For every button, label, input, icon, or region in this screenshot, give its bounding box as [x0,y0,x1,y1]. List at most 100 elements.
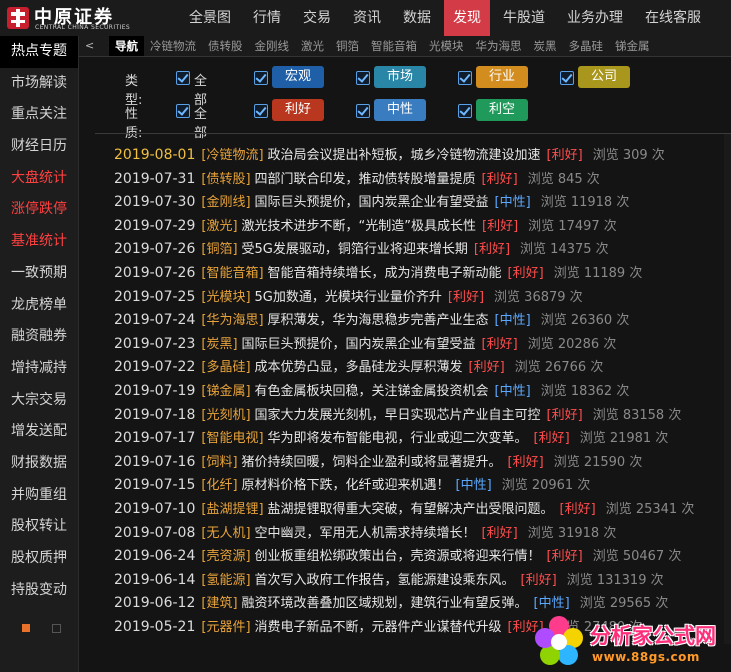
news-title[interactable]: 厚积薄发，华为海思稳步完善产业生态 [268,313,489,328]
top-nav-item[interactable]: 全景图 [180,0,240,36]
sidebar-item[interactable]: 增持减持 [0,353,78,385]
news-category[interactable]: [光刻机] [201,408,250,423]
filter-option-pill[interactable]: 利空 [476,99,528,121]
filter-option-checkbox[interactable] [254,71,268,85]
news-row[interactable]: 2019-07-15 [化纤] 原材料价格下跌，化纤或迎来机遇！ [中性] 浏览 209… [114,474,590,498]
sidebar-item[interactable]: 并购重组 [0,480,78,512]
news-row[interactable]: 2019-06-14 [氢能源] 首次写入政府工作报告，氢能源建设乘东风。 [利好] 浏… [114,569,664,593]
news-category[interactable]: [激光] [201,219,237,234]
topic-tab[interactable]: 锑金属 [609,36,656,56]
news-category[interactable]: [智能音箱] [201,266,263,281]
sidebar-item[interactable]: 龙虎榜单 [0,290,78,322]
news-category[interactable]: [壳资源] [201,549,250,564]
news-row[interactable]: 2019-07-10 [盐湖提锂] 盐湖提锂取得重大突破，有望解决产出受限问题。 [利… [114,498,694,522]
news-category[interactable]: [锑金属] [201,384,250,399]
topic-tab[interactable]: 华为海思 [470,36,528,56]
type-all-checkbox[interactable] [176,71,190,85]
sidebar-item[interactable]: 热点专题 [0,36,78,68]
topic-tab[interactable]: 导航 [109,36,144,56]
news-category[interactable]: [氢能源] [201,573,250,588]
news-row[interactable]: 2019-07-18 [光刻机] 国家大力发展光刻机，早日实现芯片产业自主可控 [利好… [114,404,681,428]
news-row[interactable]: 2019-07-17 [智能电视] 华为即将发布智能电视，行业或迎二次变革。 [利好]… [114,427,668,451]
filter-option-checkbox[interactable] [560,71,574,85]
nature-all-checkbox[interactable] [176,104,190,118]
filter-option-pill[interactable]: 利好 [272,99,324,121]
news-category[interactable]: [无人机] [201,526,250,541]
news-row[interactable]: 2019-07-29 [激光] 激光技术进步不断，“光制造”极具成长性 [利好] 浏览 … [114,215,617,239]
filter-option-pill[interactable]: 市场 [374,66,426,88]
news-row[interactable]: 2019-07-30 [金刚线] 国际巨头预提价，国内炭黑企业有望受益 [中性] 浏览 … [114,191,629,215]
news-category[interactable]: [化纤] [201,478,237,493]
sidebar-item[interactable]: 财经日历 [0,131,78,163]
news-title[interactable]: 国家大力发展光刻机，早日实现芯片产业自主可控 [255,408,541,423]
filter-option-pill[interactable]: 行业 [476,66,528,88]
filter-option-pill[interactable]: 公司 [578,66,630,88]
top-nav-item[interactable]: 在线客服 [636,0,710,36]
news-row[interactable]: 2019-06-24 [壳资源] 创业板重组松绑政策出台，壳资源或将迎来行情！ [利好… [114,545,681,569]
news-title[interactable]: 原材料价格下跌，化纤或迎来机遇！ [242,478,450,493]
filter-option-checkbox[interactable] [254,104,268,118]
sidebar-item[interactable]: 大宗交易 [0,385,78,417]
news-row[interactable]: 2019-08-01 [冷链物流] 政治局会议提出补短板，城乡冷链物流建设加速 [利好… [114,144,665,168]
top-nav-item[interactable]: 牛股道 [494,0,554,36]
sidebar-item[interactable]: 重点关注 [0,99,78,131]
topic-tab[interactable]: 金刚线 [249,36,296,56]
news-row[interactable]: 2019-07-19 [锑金属] 有色金属板块回稳，关注锑金属投资机会 [中性] 浏览 … [114,380,629,404]
news-title[interactable]: 国际巨头预提价，国内炭黑企业有望受益 [242,337,476,352]
news-title[interactable]: 创业板重组松绑政策出台，壳资源或将迎来行情！ [255,549,541,564]
topic-tab[interactable]: 多晶硅 [563,36,610,56]
sidebar-item[interactable]: 增发送配 [0,416,78,448]
sidebar-item[interactable]: 财报数据 [0,448,78,480]
news-category[interactable]: [盐湖提锂] [201,502,263,517]
sidebar-item[interactable]: 市场解读 [0,68,78,100]
news-title[interactable]: 激光技术进步不断，“光制造”极具成长性 [242,219,476,234]
news-title[interactable]: 5G加数通，光模块行业量价齐升 [255,290,442,305]
news-row[interactable]: 2019-07-31 [债转股] 四部门联合印发，推动债转股增量提质 [利好] 浏览 8… [114,168,600,192]
topic-tab[interactable]: 激光 [295,36,330,56]
news-title[interactable]: 政治局会议提出补短板，城乡冷链物流建设加速 [268,148,541,163]
news-title[interactable]: 四部门联合印发，推动债转股增量提质 [255,172,476,187]
sidebar-item[interactable]: 融资融券 [0,321,78,353]
top-nav-item[interactable]: 交易 [294,0,340,36]
news-title[interactable]: 空中幽灵，军用无人机需求持续增长！ [255,526,476,541]
news-row[interactable]: 2019-07-24 [华为海思] 厚积薄发，华为海思稳步完善产业生态 [中性] 浏览 … [114,309,629,333]
filter-option-checkbox[interactable] [356,104,370,118]
top-nav-item[interactable]: 资讯 [344,0,390,36]
news-title[interactable]: 首次写入政府工作报告，氢能源建设乘东风。 [255,573,515,588]
topic-tab[interactable]: 债转股 [202,36,249,56]
news-title[interactable]: 华为即将发布智能电视，行业或迎二次变革。 [268,431,528,446]
sidebar-item[interactable]: 涨停跌停 [0,194,78,226]
sidebar-item[interactable]: 一致预期 [0,258,78,290]
news-title[interactable]: 盐湖提锂取得重大突破，有望解决产出受限问题。 [268,502,554,517]
news-row[interactable]: 2019-07-26 [智能音箱] 智能音箱持续增长，成为消费电子新动能 [利好] 浏览… [114,262,642,286]
topic-tab[interactable]: 炭黑 [528,36,563,56]
news-title[interactable]: 融资环境改善叠加区域规划，建筑行业有望反弹。 [242,596,528,611]
news-row[interactable]: 2019-07-23 [炭黑] 国际巨头预提价，国内炭黑企业有望受益 [利好] 浏览 2… [114,333,616,357]
news-category[interactable]: [智能电视] [201,431,263,446]
sidebar-item[interactable]: 持股变动 [0,575,78,607]
news-category[interactable]: [金刚线] [201,195,250,210]
news-row[interactable]: 2019-07-08 [无人机] 空中幽灵，军用无人机需求持续增长！ [利好] 浏览 3… [114,522,616,546]
news-title[interactable]: 受5G发展驱动，铜箔行业将迎来增长期 [242,242,468,257]
news-category[interactable]: [元器件] [201,620,250,635]
news-title[interactable]: 智能音箱持续增长，成为消费电子新动能 [268,266,502,281]
news-category[interactable]: [华为海思] [201,313,263,328]
news-title[interactable]: 消费电子新品不断，元器件产业谋替代升级 [255,620,502,635]
news-title[interactable]: 成本优势凸显，多晶硅龙头厚积薄发 [255,360,463,375]
news-title[interactable]: 国际巨头预提价，国内炭黑企业有望受益 [255,195,489,210]
top-nav-item[interactable]: 数据 [394,0,440,36]
filter-option-checkbox[interactable] [458,71,472,85]
page-indicator-inactive[interactable] [52,624,61,633]
filter-option-checkbox[interactable] [458,104,472,118]
news-category[interactable]: [冷链物流] [201,148,263,163]
filter-option-pill[interactable]: 宏观 [272,66,324,88]
news-row[interactable]: 2019-07-25 [光模块] 5G加数通，光模块行业量价齐升 [利好] 浏览 368… [114,286,583,310]
news-category[interactable]: [光模块] [201,290,250,305]
top-nav-item[interactable]: 行情 [244,0,290,36]
sidebar-item[interactable]: 股权质押 [0,543,78,575]
news-row[interactable]: 2019-07-26 [铜箔] 受5G发展驱动，铜箔行业将迎来增长期 [利好] 浏览 1… [114,238,609,262]
topic-tab[interactable]: 铜箔 [330,36,365,56]
topic-tab[interactable]: 光模块 [423,36,470,56]
news-category[interactable]: [建筑] [201,596,237,611]
news-row[interactable]: 2019-07-16 [饲料] 猪价持续回暖，饲料企业盈利或将显著提升。 [利好] 浏览… [114,451,642,475]
